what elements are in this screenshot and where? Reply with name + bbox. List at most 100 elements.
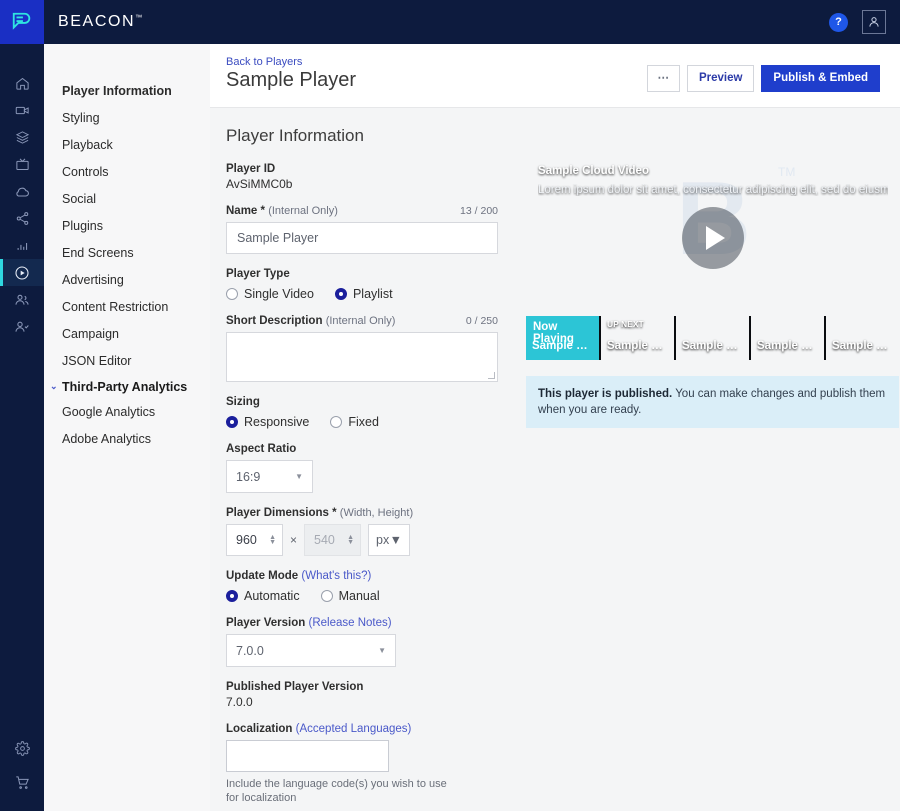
back-to-players-link[interactable]: Back to Players	[226, 56, 356, 68]
play-icon	[705, 225, 725, 250]
sidebar-item-advertising[interactable]: Advertising	[44, 267, 210, 294]
page-header-titles: Back to Players Sample Player	[226, 56, 356, 92]
player-type-playlist[interactable]: Playlist	[334, 287, 393, 301]
player-dimensions-field: Player Dimensions * (Width, Height) 960 …	[226, 507, 511, 556]
playlist-item[interactable]: UP NEXT Sample …	[601, 316, 676, 360]
sidebar-item-campaign[interactable]: Campaign	[44, 321, 210, 348]
sidebar-item-json-editor[interactable]: JSON Editor	[44, 348, 210, 375]
page-header: Back to Players Sample Player ⋯ Preview …	[210, 44, 900, 108]
release-notes-link[interactable]: (Release Notes)	[308, 617, 391, 629]
player-preview-column: B TM Sample Cloud Video Lorem ipsum dolo…	[511, 126, 899, 811]
bar-chart-icon	[17, 243, 27, 250]
whats-this-link[interactable]: (What's this?)	[301, 570, 371, 582]
rail-item-home[interactable]	[0, 70, 44, 97]
short-description-textarea[interactable]	[226, 332, 498, 382]
avatar[interactable]	[862, 10, 886, 34]
rail-item-distribution[interactable]	[0, 205, 44, 232]
rail-item-videos[interactable]	[0, 97, 44, 124]
app-root: BEACON™ ? Player Information Styling Pla…	[0, 0, 900, 811]
sidebar-item-playback[interactable]: Playback	[44, 132, 210, 159]
play-circle-icon	[15, 265, 29, 280]
update-mode-field: Update Mode (What's this?) Automatic Man…	[226, 570, 511, 603]
update-mode-radio-group: Automatic Manual	[226, 589, 511, 603]
width-stepper[interactable]: 960 ▲ ▼	[226, 524, 283, 556]
sizing-responsive-label: Responsive	[244, 415, 310, 429]
sizing-fixed[interactable]: Fixed	[330, 415, 379, 429]
rail-item-audience[interactable]	[0, 286, 44, 313]
more-options-button[interactable]: ⋯	[647, 65, 680, 92]
sidebar-item-google-analytics[interactable]: Google Analytics	[44, 399, 210, 426]
radio-dot	[320, 590, 333, 602]
beacon-logo-icon	[12, 12, 31, 30]
chevron-down-icon: ⌄	[50, 381, 58, 391]
unit-select[interactable]: px ▼	[368, 524, 411, 556]
player-stage[interactable]: B TM Sample Cloud Video Lorem ipsum dolo…	[526, 153, 899, 316]
short-description-label-text: Short Description	[226, 315, 323, 327]
update-mode-manual[interactable]: Manual	[320, 589, 380, 603]
rail-item-marketplace[interactable]	[0, 765, 44, 799]
sidebar-item-controls[interactable]: Controls	[44, 159, 210, 186]
playlist-item[interactable]: Sample …	[676, 316, 751, 360]
name-label-text: Name *	[226, 205, 265, 217]
video-camera-icon	[15, 106, 29, 115]
form-section-title: Player Information	[226, 126, 364, 145]
sidebar-item-adobe-analytics[interactable]: Adobe Analytics	[44, 426, 210, 453]
sidebar-group-third-party-analytics[interactable]: ⌄ Third-Party Analytics	[44, 375, 210, 399]
sidebar-item-end-screens[interactable]: End Screens	[44, 240, 210, 267]
rail-item-analytics[interactable]	[0, 232, 44, 259]
aspect-ratio-select[interactable]: 16:9 ▼	[226, 460, 313, 493]
app-logo[interactable]	[0, 0, 44, 44]
chevron-down-icon: ▼	[389, 533, 403, 547]
tv-icon	[15, 158, 29, 170]
rail-item-list	[0, 70, 44, 340]
published-version-label: Published Player Version	[226, 681, 364, 693]
update-mode-automatic-label: Automatic	[244, 589, 300, 603]
playlist-item[interactable]: Sample …	[826, 316, 899, 360]
player-dimensions-label-text: Player Dimensions *	[226, 507, 337, 519]
sidebar-item-player-information[interactable]: Player Information	[44, 78, 210, 105]
playlist-item[interactable]: Now Playing Sample …	[526, 316, 601, 360]
preview-button[interactable]: Preview	[686, 65, 755, 92]
unit-value: px	[376, 533, 390, 547]
play-button[interactable]	[681, 206, 744, 269]
rail-item-players[interactable]	[0, 259, 44, 286]
sidebar-item-styling[interactable]: Styling	[44, 105, 210, 132]
update-mode-label: Update Mode (What's this?)	[226, 570, 511, 582]
sidebar-item-social[interactable]: Social	[44, 186, 210, 213]
sidebar-group-label: Third-Party Analytics	[62, 380, 188, 394]
rail-item-cloud[interactable]	[0, 178, 44, 205]
player-type-single-video[interactable]: Single Video	[226, 287, 314, 301]
user-icon	[869, 17, 879, 27]
aspect-ratio-field: Aspect Ratio 16:9 ▼	[226, 443, 511, 493]
rail-item-channels[interactable]	[0, 151, 44, 178]
player-type-radio-group: Single Video Playlist	[226, 287, 511, 301]
player-dimensions-inputs: 960 ▲ ▼ × 540 ▲ ▼ px ▼	[226, 524, 511, 556]
localization-label-text: Localization	[226, 723, 293, 735]
radio-dot	[330, 416, 343, 428]
radio-dot	[226, 288, 238, 300]
player-version-select[interactable]: 7.0.0 ▼	[226, 634, 396, 667]
update-mode-automatic[interactable]: Automatic	[226, 589, 300, 603]
localization-help-text: Include the language code(s) you wish to…	[226, 778, 447, 804]
cloud-icon	[16, 187, 29, 197]
stepper-arrows-icon: ▲ ▼	[347, 534, 355, 546]
rail-item-accounts[interactable]	[0, 313, 44, 340]
localization-input[interactable]	[226, 740, 389, 772]
short-description-sublabel: (Internal Only)	[325, 315, 396, 327]
name-input[interactable]	[226, 222, 498, 254]
sizing-responsive[interactable]: Responsive	[226, 415, 309, 429]
accepted-languages-link[interactable]: (Accepted Languages)	[296, 723, 412, 735]
users-icon	[15, 294, 29, 305]
rail-item-settings[interactable]	[0, 731, 44, 765]
publish-embed-button[interactable]: Publish & Embed	[761, 65, 880, 92]
playlist-item[interactable]: Sample …	[751, 316, 826, 360]
player-id-field: Player ID AvSiMMC0b	[226, 163, 511, 191]
playlist-item-status: UP NEXT	[607, 319, 644, 329]
playlist-item-label: Sample …	[682, 340, 738, 352]
rail-item-library[interactable]	[0, 124, 44, 151]
sizing-fixed-label: Fixed	[348, 415, 379, 429]
sidebar-item-content-restriction[interactable]: Content Restriction	[44, 294, 210, 321]
height-stepper[interactable]: 540 ▲ ▼	[304, 524, 362, 556]
help-icon[interactable]: ?	[829, 12, 848, 32]
sidebar-item-plugins[interactable]: Plugins	[44, 213, 210, 240]
